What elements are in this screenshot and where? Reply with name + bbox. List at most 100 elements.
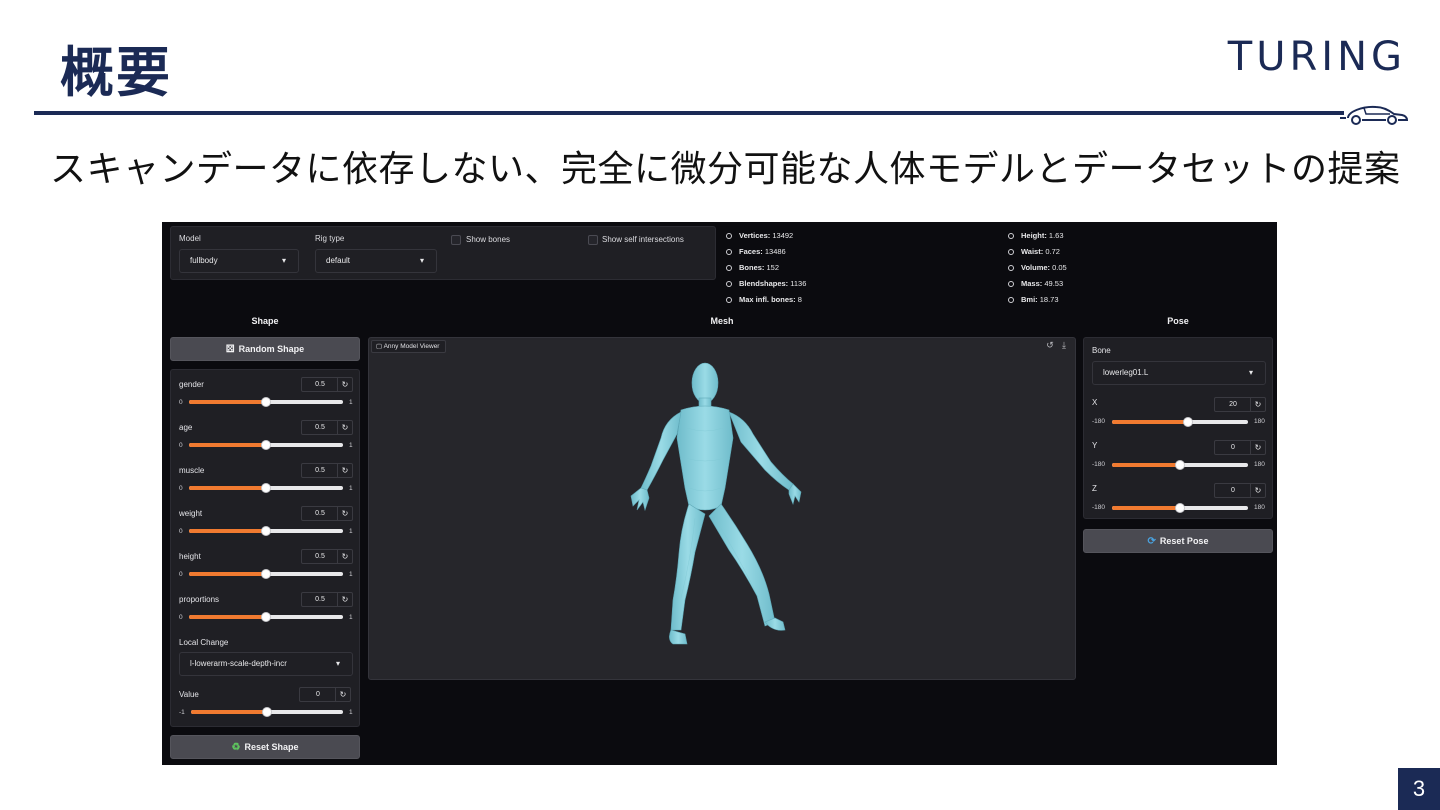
param-number-input[interactable]: 0.5 ↻ (301, 506, 353, 521)
param-label: height (179, 552, 201, 561)
slider-max: 1 (349, 485, 353, 492)
slider-max: 180 (1254, 504, 1265, 511)
undo-icon[interactable]: ↺ (1043, 340, 1057, 351)
param-number-input[interactable]: 0.5 ↻ (301, 377, 353, 392)
stat-item: Faces: 13486 (726, 245, 806, 261)
shape-section-title: Shape (251, 316, 279, 326)
param-number-input[interactable]: 0.5 ↻ (301, 592, 353, 607)
slider-thumb[interactable] (1175, 503, 1185, 513)
viewer-toolbar: ↺ ⤓ (1043, 340, 1071, 351)
reset-shape-label: Reset Shape (244, 742, 299, 752)
reset-icon[interactable]: ↻ (1250, 484, 1265, 497)
download-icon[interactable]: ⤓ (1057, 340, 1071, 351)
app-screenshot: Model fullbody ▾ Rig type default ▾ Show… (162, 222, 1277, 765)
slider-thumb[interactable] (261, 569, 271, 579)
reset-icon[interactable]: ↻ (337, 378, 352, 391)
slider-min: 0 (179, 571, 183, 578)
param-number-input[interactable]: 0.5 ↻ (301, 420, 353, 435)
reset-icon[interactable]: ↻ (1250, 441, 1265, 454)
mesh-stats: Vertices: 13492 Faces: 13486 Bones: 152 … (726, 229, 806, 309)
stat-item: Bones: 152 (726, 261, 806, 277)
reset-icon[interactable]: ↻ (335, 688, 350, 701)
param-number-input[interactable]: 0.5 ↻ (301, 549, 353, 564)
pose-axis-label: X (1092, 398, 1098, 407)
param-slider[interactable] (189, 440, 343, 450)
param-label: age (179, 423, 193, 432)
chevron-down-icon: ▾ (281, 256, 286, 265)
slider-thumb[interactable] (261, 483, 271, 493)
param-number-input[interactable]: 0.5 ↻ (301, 463, 353, 478)
param-slider[interactable] (189, 483, 343, 493)
param-slider[interactable] (189, 397, 343, 407)
slider-min: -180 (1092, 418, 1106, 425)
recycle-icon: ♻ (231, 742, 241, 753)
slider-min: -180 (1092, 504, 1106, 511)
stat-item: Volume: 0.05 (1008, 261, 1067, 277)
settings-panel: Model fullbody ▾ Rig type default ▾ Show… (170, 226, 716, 280)
param-label: muscle (179, 466, 205, 475)
slider-min: 0 (179, 614, 183, 621)
pose-number-input[interactable]: 0 ↻ (1214, 440, 1266, 455)
dice-icon: ⚄ (225, 344, 235, 355)
bone-label: Bone (1092, 346, 1111, 355)
body-stats: Height: 1.63 Waist: 0.72 Volume: 0.05 Ma… (1008, 229, 1067, 309)
stat-item: Mass: 49.53 (1008, 277, 1067, 293)
slider-thumb[interactable] (1182, 417, 1193, 427)
param-slider[interactable] (189, 569, 343, 579)
viewer-tab[interactable]: ▢ Anny Model Viewer (371, 340, 447, 353)
slider-min: 0 (179, 528, 183, 535)
pose-number-input[interactable]: 20 ↻ (1214, 397, 1266, 412)
reset-icon[interactable]: ↻ (1250, 398, 1265, 411)
rig-type-label: Rig type (315, 234, 345, 243)
bone-select[interactable]: lowerleg01.L ▾ (1092, 361, 1266, 385)
slide-title: 概要 (60, 41, 172, 104)
reset-icon[interactable]: ↻ (337, 421, 352, 434)
reset-icon[interactable]: ↻ (337, 507, 352, 520)
model-select[interactable]: fullbody ▾ (179, 249, 299, 273)
pose-section-title: Pose (1167, 316, 1189, 326)
slider-max: 180 (1254, 461, 1265, 468)
reset-icon[interactable]: ↻ (337, 593, 352, 606)
rig-type-select[interactable]: default ▾ (315, 249, 437, 273)
slider-thumb[interactable] (261, 612, 271, 622)
pose-slider[interactable] (1112, 460, 1248, 470)
slider-thumb[interactable] (261, 440, 271, 450)
param-slider[interactable] (189, 526, 343, 536)
slider-thumb[interactable] (261, 397, 271, 407)
file-icon: ▢ (376, 343, 384, 350)
pose-slider[interactable] (1112, 417, 1248, 427)
reset-shape-button[interactable]: ♻ Reset Shape (170, 735, 360, 759)
slider-max: 1 (349, 571, 353, 578)
reset-pose-button[interactable]: ⟳ Reset Pose (1083, 529, 1273, 553)
value-number-input[interactable]: 0 ↻ (299, 687, 351, 702)
show-self-intersections-checkbox[interactable] (588, 235, 598, 245)
slider-thumb[interactable] (261, 526, 271, 536)
param-slider[interactable] (189, 612, 343, 622)
random-shape-button[interactable]: ⚄ Random Shape (170, 337, 360, 361)
pose-slider[interactable] (1112, 503, 1248, 513)
model-viewer[interactable]: ▢ Anny Model Viewer ↺ ⤓ (368, 337, 1076, 680)
shape-panel: gender 0.5 ↻ 0 1 age 0.5 ↻ 0 1 muscle 0.5 ↻… (170, 369, 360, 727)
human-mesh-figure (630, 362, 802, 645)
viewer-label: Anny Model Viewer (383, 343, 440, 350)
rig-type-value: default (326, 256, 351, 265)
reset-icon[interactable]: ↻ (337, 464, 352, 477)
local-change-label: Local Change (179, 638, 229, 647)
param-label: gender (179, 380, 204, 389)
stat-item: Vertices: 13492 (726, 229, 806, 245)
reset-icon[interactable]: ↻ (337, 550, 352, 563)
slider-max: 1 (349, 614, 353, 621)
chevron-down-icon: ▾ (419, 256, 424, 265)
slider-thumb[interactable] (1175, 460, 1185, 470)
local-change-select[interactable]: l-lowerarm-scale-depth-incr ▾ (179, 652, 353, 676)
pose-axis-label: Z (1092, 484, 1097, 493)
pose-number-input[interactable]: 0 ↻ (1214, 483, 1266, 498)
show-bones-checkbox[interactable] (451, 235, 461, 245)
slider-thumb[interactable] (262, 707, 272, 717)
param-label: weight (179, 509, 203, 518)
slider-max: 1 (349, 399, 353, 406)
stat-item: Blendshapes: 1136 (726, 277, 806, 293)
car-icon (1340, 105, 1409, 125)
slider-min: -1 (179, 709, 185, 716)
value-slider[interactable] (191, 707, 343, 717)
